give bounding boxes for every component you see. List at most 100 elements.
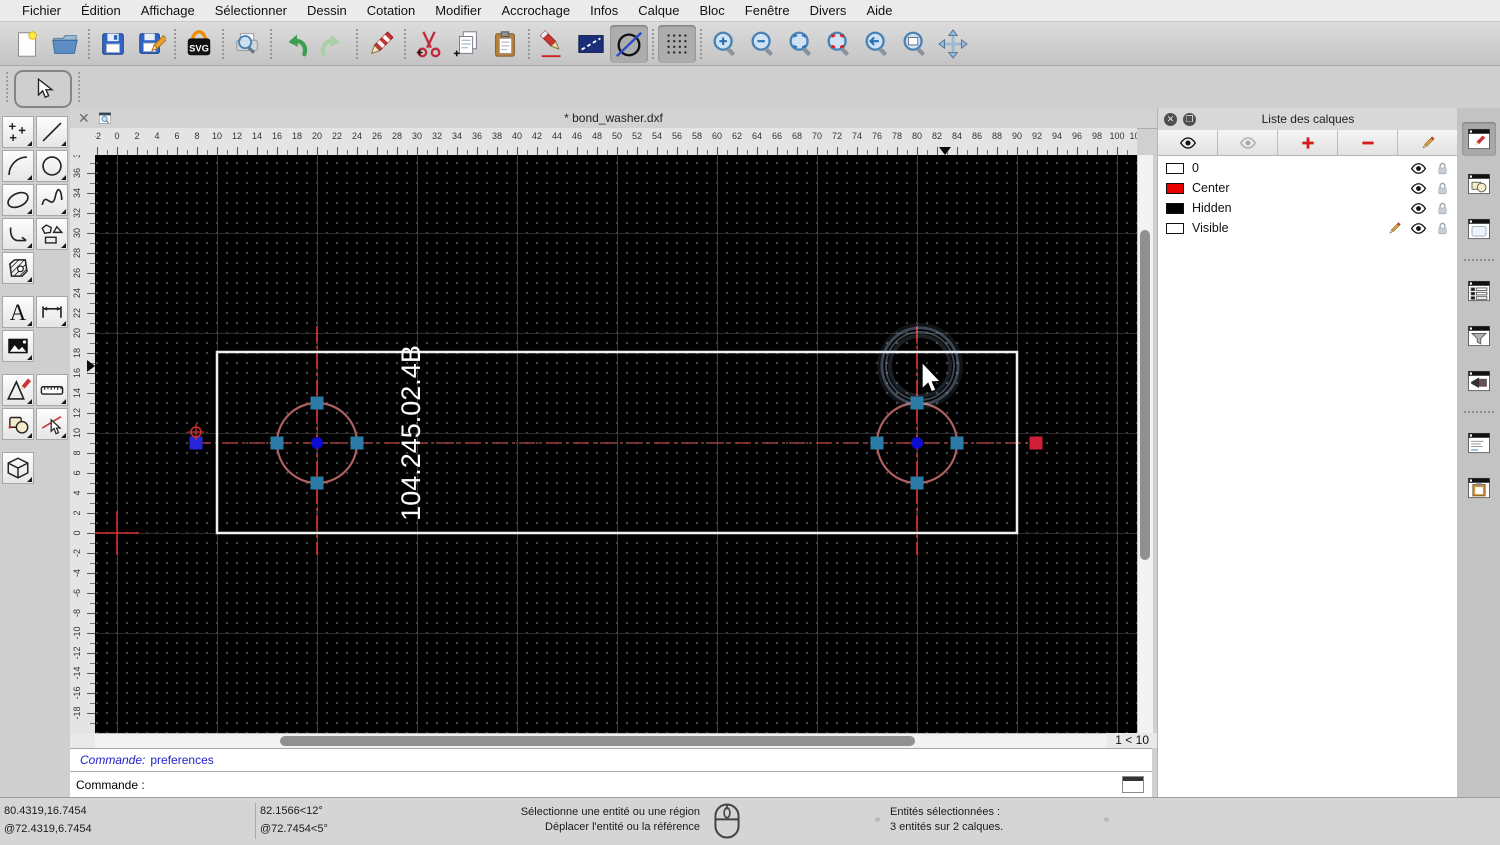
layer-minus-red-button[interactable] — [1338, 130, 1398, 155]
menu-fichier[interactable]: Fichier — [12, 3, 71, 18]
dock-command-toggle-button[interactable] — [1462, 426, 1496, 460]
layer-row-hidden[interactable]: Hidden — [1158, 198, 1458, 218]
dock-block-toggle-button[interactable] — [1462, 167, 1496, 201]
ruler-tick-label: 32 — [72, 208, 82, 219]
cut-button[interactable] — [410, 25, 448, 63]
grid-toggle-button[interactable] — [658, 24, 696, 63]
dock-clipboard-toggle-button[interactable] — [1462, 471, 1496, 505]
layer-lock-icon[interactable] — [1434, 180, 1451, 197]
menu-infos[interactable]: Infos — [580, 3, 628, 18]
undo-button[interactable] — [276, 25, 314, 63]
layer-visibility-eye-icon[interactable] — [1410, 180, 1427, 197]
paste-button[interactable] — [486, 25, 524, 63]
zoom-window-button[interactable] — [896, 25, 934, 63]
select-tool-button[interactable] — [14, 70, 72, 108]
layer-row-center[interactable]: Center — [1158, 178, 1458, 198]
tool-points[interactable] — [2, 116, 34, 148]
tool-select-entity[interactable] — [36, 408, 68, 440]
svg-export-button[interactable]: SVG — [180, 25, 218, 63]
ruler-tick-label: 82 — [931, 131, 943, 141]
menu-edition[interactable]: Édition — [71, 3, 131, 18]
drawing-canvas[interactable]: 104.245.02.4B — [95, 155, 1137, 733]
layer-pencil-gold-button[interactable] — [1398, 130, 1458, 155]
relative-coordinates: @72.4319,6.7454 — [4, 823, 92, 835]
zoom-in-button[interactable] — [706, 25, 744, 63]
pen-edit-button[interactable] — [534, 25, 572, 63]
menu-fenetre[interactable]: Fenêtre — [735, 3, 800, 18]
ruler-tick-label: 24 — [72, 288, 82, 299]
dock-library-toggle-button[interactable] — [1462, 212, 1496, 246]
layer-visibility-eye-icon[interactable] — [1410, 160, 1427, 177]
zoom-out-button[interactable] — [744, 25, 782, 63]
dock-megaphone-toggle-button[interactable] — [1462, 364, 1496, 398]
layer-plus-red-button[interactable] — [1278, 130, 1338, 155]
layer-visibility-eye-icon[interactable] — [1410, 200, 1427, 217]
toolbar-drag-handle[interactable] — [78, 72, 80, 102]
save-button[interactable] — [94, 25, 132, 63]
layer-eye-gray-button[interactable] — [1218, 130, 1278, 155]
vertical-scrollbar-thumb[interactable] — [1140, 230, 1150, 560]
arrow-cursor-icon — [31, 77, 55, 101]
menu-accrochage[interactable]: Accrochage — [491, 3, 580, 18]
zoom-auto-button[interactable] — [782, 25, 820, 63]
horizontal-scrollbar-thumb[interactable] — [280, 736, 915, 746]
undo-icon — [280, 29, 310, 59]
layer-lock-icon[interactable] — [1434, 160, 1451, 177]
tool-line[interactable] — [36, 116, 68, 148]
command-focus-button[interactable] — [1122, 776, 1144, 793]
layer-visibility-eye-icon[interactable] — [1410, 220, 1427, 237]
copy-button[interactable] — [448, 25, 486, 63]
dock-draw-toggle-button[interactable] — [1461, 122, 1496, 156]
tool-box-3d[interactable] — [2, 452, 34, 484]
tool-measure[interactable] — [36, 374, 68, 406]
menu-divers[interactable]: Divers — [800, 3, 857, 18]
open-folder-button[interactable] — [46, 25, 84, 63]
menu-affichage[interactable]: Affichage — [131, 3, 205, 18]
horizontal-scrollbar[interactable] — [95, 733, 1107, 749]
menu-cotation[interactable]: Cotation — [357, 3, 425, 18]
tool-hatch[interactable] — [2, 252, 34, 284]
zoom-pan-button[interactable] — [934, 25, 972, 63]
menu-aide[interactable]: Aide — [856, 3, 902, 18]
tool-circle-tool[interactable] — [36, 150, 68, 182]
command-input[interactable] — [144, 773, 1122, 796]
menu-calque[interactable]: Calque — [628, 3, 689, 18]
tool-spline[interactable] — [36, 184, 68, 216]
menu-selectionner[interactable]: Sélectionner — [205, 3, 297, 18]
circle-line-button[interactable] — [610, 24, 648, 63]
layer-row-0[interactable]: 0 — [1158, 158, 1458, 178]
tool-ellipse[interactable] — [2, 184, 34, 216]
layer-eye-button[interactable] — [1158, 130, 1218, 155]
layer-lock-icon[interactable] — [1434, 200, 1451, 217]
menu-bloc[interactable]: Bloc — [689, 3, 734, 18]
menu-dessin[interactable]: Dessin — [297, 3, 357, 18]
zoom-selected-button[interactable] — [820, 25, 858, 63]
zoom-previous-button[interactable] — [858, 25, 896, 63]
tool-polygon[interactable] — [36, 218, 68, 250]
new-document-button[interactable] — [8, 25, 46, 63]
tool-modify[interactable] — [2, 374, 34, 406]
ruler-tick-label: 102 — [1129, 131, 1137, 141]
toolbar-drag-handle[interactable] — [6, 72, 8, 102]
save-as-button[interactable] — [132, 25, 170, 63]
print-preview-button[interactable] — [228, 25, 266, 63]
tool-polyline[interactable] — [2, 218, 34, 250]
tool-image[interactable] — [2, 330, 34, 362]
menu-modifier[interactable]: Modifier — [425, 3, 491, 18]
vertical-scrollbar[interactable] — [1137, 155, 1153, 733]
attributes-button[interactable] — [572, 25, 610, 63]
ruler-tick-label: 60 — [711, 131, 723, 141]
layer-row-visible[interactable]: Visible — [1158, 218, 1458, 238]
dock-layer-list-toggle-button[interactable] — [1462, 274, 1496, 308]
layer-lock-icon[interactable] — [1434, 220, 1451, 237]
tool-block[interactable] — [2, 408, 34, 440]
layer-list-panel: ✕ ❐ Liste des calques 0 Center Hidden Visib… — [1157, 108, 1458, 797]
delete-eraser-button[interactable] — [362, 25, 400, 63]
tool-dimension[interactable] — [36, 296, 68, 328]
submenu-corner — [27, 321, 32, 326]
svg-text:A: A — [10, 300, 27, 325]
redo-button[interactable] — [314, 25, 352, 63]
dock-filter-toggle-button[interactable] — [1462, 319, 1496, 353]
tool-arc[interactable] — [2, 150, 34, 182]
tool-text[interactable]: A — [2, 296, 34, 328]
